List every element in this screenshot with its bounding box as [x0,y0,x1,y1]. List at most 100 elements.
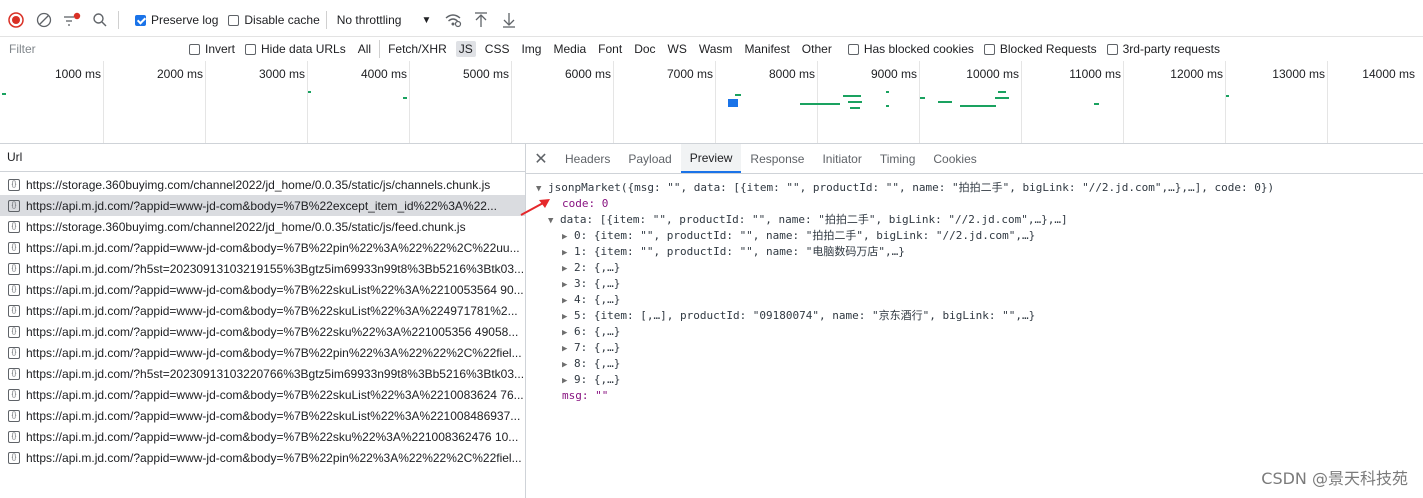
type-filter-js[interactable]: JS [455,41,476,57]
json-item-line[interactable]: ▶ 8: {,…} [562,356,620,372]
timeline-tick: 6000 ms [564,67,611,81]
checkbox-checked[interactable] [135,14,146,26]
expanded-triangle-icon[interactable]: ▼ [548,213,560,229]
collapsed-triangle-icon[interactable]: ▶ [562,309,574,325]
json-item-line[interactable]: ▶ 0: {item: "", productId: "", name: "拍拍二… [562,228,1035,244]
collapsed-triangle-icon[interactable]: ▶ [562,341,574,357]
request-row[interactable]: {} https://api.m.jd.com/?appid=www-jd-com… [0,237,525,258]
checkbox-unchecked[interactable] [189,43,200,55]
type-filter-all[interactable]: All [355,41,374,57]
json-root-line[interactable]: ▼ jsonpMarket({msg: "", data: [{item: "",… [536,180,1274,196]
request-row[interactable]: {} https://api.m.jd.com/?h5st=20230913103… [0,363,525,384]
column-header-url[interactable]: Url [0,144,525,172]
request-row[interactable]: {} https://api.m.jd.com/?appid=www-jd-com… [0,342,525,363]
request-url: https://api.m.jd.com/?h5st=2023091310322… [26,366,525,381]
waterfall-mark [886,105,889,107]
tab-initiator[interactable]: Initiator [813,144,870,173]
filter-input[interactable]: Filter [0,42,179,56]
type-filter-manifest[interactable]: Manifest [741,41,792,57]
tab-headers[interactable]: Headers [556,144,619,173]
collapsed-triangle-icon[interactable]: ▶ [562,277,574,293]
tab-response[interactable]: Response [741,144,813,173]
tab-payload[interactable]: Payload [619,144,680,173]
preserve-log-checkbox[interactable]: Preserve log [135,13,218,27]
waterfall-mark [886,91,889,93]
json-item-line[interactable]: ▶ 7: {,…} [562,340,620,356]
tab-timing[interactable]: Timing [871,144,925,173]
collapsed-triangle-icon[interactable]: ▶ [562,293,574,309]
type-filter-img[interactable]: Img [518,41,544,57]
gridline [511,61,512,143]
type-filter-doc[interactable]: Doc [631,41,658,57]
collapsed-triangle-icon[interactable]: ▶ [562,373,574,389]
network-conditions-icon[interactable] [441,8,465,32]
request-url: https://api.m.jd.com/?appid=www-jd-com&b… [26,429,519,444]
type-filter-fetch-xhr[interactable]: Fetch/XHR [385,41,450,57]
blocked-requests-checkbox[interactable]: Blocked Requests [983,42,1097,56]
request-row[interactable]: {} https://api.m.jd.com/?appid=www-jd-com… [0,300,525,321]
json-item-line[interactable]: ▶ 5: {item: [,…], productId: "09180074", … [562,308,1035,324]
waterfall-mark [938,101,952,103]
request-url: https://api.m.jd.com/?appid=www-jd-com&b… [26,282,524,297]
timeline-overview[interactable]: 1000 ms 2000 ms 3000 ms 4000 ms 5000 ms … [0,61,1423,144]
json-item-line[interactable]: ▶ 6: {,…} [562,324,620,340]
filter-bar: Filter Invert Hide data URLs All Fetch/X… [0,37,1423,62]
request-row[interactable]: {} https://api.m.jd.com/?h5st=20230913103… [0,258,525,279]
collapsed-triangle-icon[interactable]: ▶ [562,229,574,245]
collapsed-triangle-icon[interactable]: ▶ [562,325,574,341]
chevron-down-icon: ▼ [421,14,432,26]
record-stop-icon[interactable] [4,8,28,32]
json-item-line[interactable]: ▶ 9: {,…} [562,372,620,388]
json-item-line[interactable]: ▶ 3: {,…} [562,276,620,292]
request-url: https://api.m.jd.com/?h5st=2023091310321… [26,261,525,276]
type-filter-font[interactable]: Font [595,41,625,57]
type-filter-other[interactable]: Other [799,41,835,57]
timeline-tick: 2000 ms [156,67,203,81]
script-file-icon: {} [8,346,20,359]
checkbox-unchecked[interactable] [983,43,995,55]
invert-checkbox[interactable]: Invert [189,42,235,56]
type-filter-media[interactable]: Media [550,41,589,57]
checkbox-unchecked[interactable] [228,14,240,26]
export-har-icon[interactable] [497,8,521,32]
request-row[interactable]: {} https://api.m.jd.com/?appid=www-jd-com… [0,279,525,300]
has-blocked-cookies-checkbox[interactable]: Has blocked cookies [847,42,974,56]
tab-preview[interactable]: Preview [680,144,742,173]
json-item-line[interactable]: ▶ 2: {,…} [562,260,620,276]
checkbox-unchecked[interactable] [1106,43,1118,55]
close-icon[interactable]: ✕ [526,144,556,173]
json-data-line[interactable]: ▼ data: [{item: "", productId: "", name: … [548,212,1068,228]
third-party-checkbox[interactable]: 3rd-party requests [1106,42,1220,56]
tab-cookies[interactable]: Cookies [924,144,985,173]
request-row[interactable]: {} https://api.m.jd.com/?appid=www-jd-com… [0,321,525,342]
expanded-triangle-icon[interactable]: ▼ [536,181,548,197]
timeline-tick: 12000 ms [1170,67,1223,81]
checkbox-unchecked[interactable] [245,43,257,55]
hide-data-urls-checkbox[interactable]: Hide data URLs [245,42,346,56]
collapsed-triangle-icon[interactable]: ▶ [562,357,574,373]
search-icon[interactable] [88,8,112,32]
disable-cache-checkbox[interactable]: Disable cache [228,13,320,27]
import-har-icon[interactable] [469,8,493,32]
request-row[interactable]: {} https://api.m.jd.com/?appid=www-jd-com… [0,195,525,216]
request-row[interactable]: {} https://api.m.jd.com/?appid=www-jd-com… [0,405,525,426]
throttling-select[interactable]: No throttling ▼ [337,13,432,27]
request-row[interactable]: {} https://storage.360buyimg.com/channel2… [0,216,525,237]
request-row[interactable]: {} https://api.m.jd.com/?appid=www-jd-com… [0,447,525,468]
type-filter-css[interactable]: CSS [482,41,513,57]
request-row[interactable]: {} https://api.m.jd.com/?appid=www-jd-com… [0,426,525,447]
checkbox-unchecked[interactable] [847,43,859,55]
collapsed-triangle-icon[interactable]: ▶ [562,245,574,261]
filter-toggle-icon[interactable] [60,8,84,32]
type-filter-wasm[interactable]: Wasm [696,41,736,57]
request-url: https://api.m.jd.com/?appid=www-jd-com&b… [26,387,524,402]
collapsed-triangle-icon[interactable]: ▶ [562,261,574,277]
json-item-line[interactable]: ▶ 4: {,…} [562,292,620,308]
request-row[interactable]: {} https://storage.360buyimg.com/channel2… [0,174,525,195]
type-filter-ws[interactable]: WS [665,41,690,57]
request-row[interactable]: {} https://api.m.jd.com/?appid=www-jd-com… [0,384,525,405]
json-item-line[interactable]: ▶ 1: {item: "", productId: "", name: "电脑数… [562,244,905,260]
request-url: https://api.m.jd.com/?appid=www-jd-com&b… [26,324,519,339]
clear-icon[interactable] [32,8,56,32]
toolbar-separator [325,11,327,29]
